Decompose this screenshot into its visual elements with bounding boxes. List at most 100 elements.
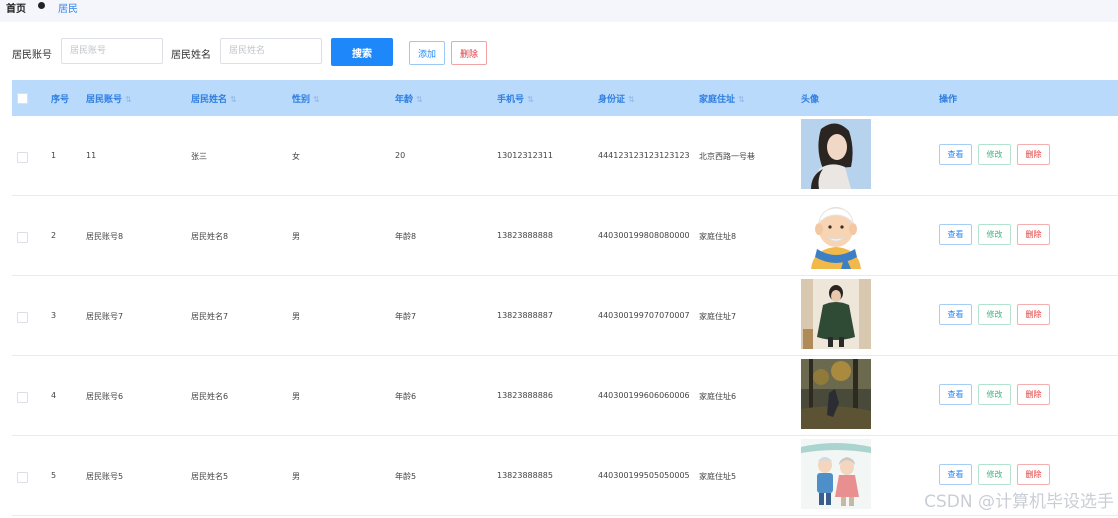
cell-gender: 男 <box>292 312 300 321</box>
cell-idcard: 440300199707070007 <box>598 311 690 320</box>
edit-button[interactable]: 修改 <box>978 304 1011 325</box>
col-phone[interactable]: 手机号 ⇅ <box>497 92 534 105</box>
sort-icon: ⇅ <box>416 95 423 104</box>
account-search-input[interactable] <box>61 38 163 64</box>
delete-button[interactable]: 删除 <box>1017 384 1050 405</box>
account-label: 居民账号 <box>12 50 52 61</box>
avatar-coat-photo[interactable] <box>801 279 871 349</box>
search-bar: 居民账号 居民姓名 搜索 添加 删除 <box>0 36 1118 68</box>
cell-idcard: 440300199505050005 <box>598 471 690 480</box>
cell-name: 居民姓名7 <box>191 312 229 321</box>
delete-button[interactable]: 删除 <box>1017 224 1050 245</box>
row-checkbox[interactable] <box>17 392 28 403</box>
avatar-elder-cartoon[interactable] <box>801 199 871 269</box>
sort-icon: ⇅ <box>738 95 745 104</box>
col-gender[interactable]: 性别 ⇅ <box>292 92 320 105</box>
sort-icon: ⇅ <box>230 95 237 104</box>
col-age[interactable]: 年龄 ⇅ <box>395 92 423 105</box>
cell-account: 11 <box>86 151 97 160</box>
sort-icon: ⇅ <box>628 95 635 104</box>
table-row: 3 居民账号7 居民姓名7 男 年龄7 13823888887 44030019… <box>12 276 1118 356</box>
name-search-input[interactable] <box>220 38 322 64</box>
col-avatar: 头像 <box>801 95 820 105</box>
row-checkbox[interactable] <box>17 152 28 163</box>
cell-index: 4 <box>51 391 57 400</box>
row-checkbox[interactable] <box>17 312 28 323</box>
resident-table: 序号 居民账号 ⇅ 居民姓名 ⇅ 性别 ⇅ 年龄 ⇅ 手机号 ⇅ 身份证 ⇅ 家庭住址 ⇅ 头… <box>12 80 1118 516</box>
cell-address: 家庭住址7 <box>699 312 737 321</box>
cell-age: 年龄7 <box>395 312 417 321</box>
cell-account: 居民账号5 <box>86 472 124 481</box>
cell-address: 家庭住址6 <box>699 392 737 401</box>
cell-index: 2 <box>51 231 57 240</box>
col-index: 序号 <box>51 95 70 105</box>
cell-idcard: 444123123123123123 <box>598 151 690 160</box>
view-button[interactable]: 查看 <box>939 384 972 405</box>
cell-address: 家庭住址5 <box>699 472 737 481</box>
edit-button[interactable]: 修改 <box>978 384 1011 405</box>
cell-name: 居民姓名5 <box>191 472 229 481</box>
cell-index: 3 <box>51 311 57 320</box>
table-row: 4 居民账号6 居民姓名6 男 年龄6 13823888886 44030019… <box>12 356 1118 436</box>
watermark: CSDN @计算机毕设选手 <box>924 492 1114 512</box>
edit-button[interactable]: 修改 <box>978 224 1011 245</box>
cell-name: 居民姓名8 <box>191 232 229 241</box>
col-account[interactable]: 居民账号 ⇅ <box>86 92 132 105</box>
breadcrumb: 首页 居民 <box>0 0 1118 22</box>
cell-phone: 13012312311 <box>497 151 553 160</box>
col-address[interactable]: 家庭住址 ⇅ <box>699 92 745 105</box>
col-idcard[interactable]: 身份证 ⇅ <box>598 92 635 105</box>
delete-button[interactable]: 删除 <box>1017 144 1050 165</box>
cell-phone: 13823888885 <box>497 471 553 480</box>
cell-gender: 男 <box>292 232 300 241</box>
view-button[interactable]: 查看 <box>939 304 972 325</box>
cell-idcard: 440300199808080000 <box>598 231 690 240</box>
col-name[interactable]: 居民姓名 ⇅ <box>191 92 237 105</box>
cell-age: 年龄8 <box>395 232 417 241</box>
view-button[interactable]: 查看 <box>939 224 972 245</box>
cell-name: 张三 <box>191 152 207 161</box>
avatar-forest-photo[interactable] <box>801 359 871 429</box>
name-label: 居民姓名 <box>171 50 211 61</box>
cell-age: 20 <box>395 151 406 160</box>
col-actions: 操作 <box>939 95 958 105</box>
avatar-elderly-couple[interactable] <box>801 439 871 509</box>
breadcrumb-separator-icon <box>38 2 45 9</box>
view-button[interactable]: 查看 <box>939 464 972 485</box>
delete-button[interactable]: 删除 <box>1017 304 1050 325</box>
avatar-woman-photo[interactable] <box>801 119 871 189</box>
cell-age: 年龄5 <box>395 472 417 481</box>
cell-name: 居民姓名6 <box>191 392 229 401</box>
edit-button[interactable]: 修改 <box>978 464 1011 485</box>
table-row: 1 11 张三 女 20 13012312311 444123123123123… <box>12 116 1118 196</box>
breadcrumb-current: 居民 <box>58 4 78 15</box>
search-button[interactable]: 搜索 <box>331 38 393 66</box>
cell-gender: 女 <box>292 152 300 161</box>
row-checkbox[interactable] <box>17 472 28 483</box>
add-button[interactable]: 添加 <box>409 41 445 65</box>
cell-idcard: 440300199606060006 <box>598 391 690 400</box>
cell-index: 5 <box>51 471 57 480</box>
cell-gender: 男 <box>292 472 300 481</box>
cell-index: 1 <box>51 151 57 160</box>
breadcrumb-home[interactable]: 首页 <box>6 0 26 15</box>
cell-account: 居民账号6 <box>86 392 124 401</box>
cell-age: 年龄6 <box>395 392 417 401</box>
table-header: 序号 居民账号 ⇅ 居民姓名 ⇅ 性别 ⇅ 年龄 ⇅ 手机号 ⇅ 身份证 ⇅ 家庭住址 ⇅ 头… <box>12 80 1118 116</box>
edit-button[interactable]: 修改 <box>978 144 1011 165</box>
cell-address: 家庭住址8 <box>699 232 737 241</box>
batch-delete-button[interactable]: 删除 <box>451 41 487 65</box>
view-button[interactable]: 查看 <box>939 144 972 165</box>
table-row: 2 居民账号8 居民姓名8 男 年龄8 13823888888 44030019… <box>12 196 1118 276</box>
cell-account: 居民账号8 <box>86 232 124 241</box>
delete-button[interactable]: 删除 <box>1017 464 1050 485</box>
sort-icon: ⇅ <box>125 95 132 104</box>
sort-icon: ⇅ <box>527 95 534 104</box>
cell-account: 居民账号7 <box>86 312 124 321</box>
row-checkbox[interactable] <box>17 232 28 243</box>
cell-phone: 13823888888 <box>497 231 553 240</box>
select-all-checkbox[interactable] <box>17 93 28 104</box>
cell-phone: 13823888886 <box>497 391 553 400</box>
cell-phone: 13823888887 <box>497 311 553 320</box>
cell-address: 北京西路一号巷 <box>699 152 755 161</box>
